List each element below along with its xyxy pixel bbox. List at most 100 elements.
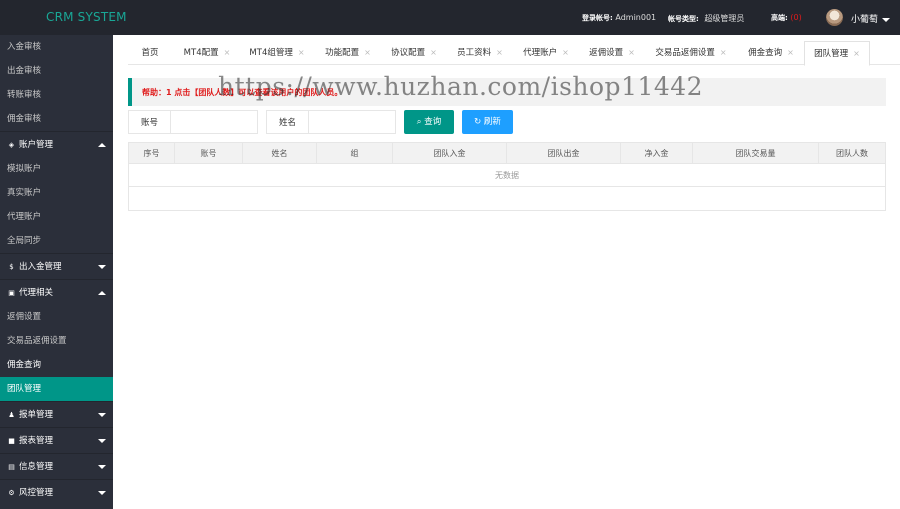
sidebar-group-label: 出入金管理 bbox=[19, 262, 62, 272]
sidebar-item-team-management[interactable]: 团队管理 bbox=[0, 377, 113, 401]
sidebar-item-agent-account[interactable]: 代理账户 bbox=[0, 205, 113, 229]
tab-label: 返佣设置 bbox=[589, 48, 624, 58]
close-icon[interactable]: × bbox=[853, 49, 860, 58]
sidebar-item-label: 转账审核 bbox=[7, 90, 42, 100]
close-icon[interactable]: × bbox=[496, 48, 503, 57]
column-header[interactable]: 团队交易量 bbox=[693, 143, 819, 164]
sidebar-group-risk[interactable]: ⚙ 风控管理 bbox=[0, 479, 113, 505]
username: 小葡萄 bbox=[851, 15, 879, 25]
sidebar-group-reports[interactable]: ■ 报表管理 bbox=[0, 427, 113, 453]
sidebar-item-label: 佣金审核 bbox=[7, 114, 42, 124]
sidebar-group-funds[interactable]: $ 出入金管理 bbox=[0, 253, 113, 279]
tab-label: 协议配置 bbox=[391, 48, 426, 58]
column-header[interactable]: 组 bbox=[317, 143, 393, 164]
close-icon[interactable]: × bbox=[298, 48, 305, 57]
user-menu[interactable]: 小葡萄 bbox=[851, 12, 891, 25]
close-icon[interactable]: × bbox=[720, 48, 727, 57]
sidebar-item-rebate-settings[interactable]: 返佣设置 bbox=[0, 305, 113, 329]
column-header[interactable]: 团队人数 bbox=[819, 143, 885, 164]
sidebar-item-label: 交易品返佣设置 bbox=[7, 336, 67, 346]
column-header[interactable]: 净入金 bbox=[621, 143, 693, 164]
tab-mt4-config[interactable]: MT4配置 × bbox=[174, 41, 240, 65]
tab-agent-account[interactable]: 代理账户 × bbox=[516, 41, 576, 65]
sidebar-group-label: 风控管理 bbox=[19, 488, 54, 498]
chat-icon: ■ bbox=[8, 437, 15, 445]
sidebar-group-orders[interactable]: ♟ 报单管理 bbox=[0, 401, 113, 427]
account-type-label: 帐号类型: bbox=[668, 15, 699, 23]
sidebar-group-info[interactable]: ▤ 信息管理 bbox=[0, 453, 113, 479]
settings-icon: ⚙ bbox=[8, 489, 15, 497]
dollar-icon: $ bbox=[9, 263, 14, 271]
close-icon[interactable]: × bbox=[787, 48, 794, 57]
sidebar-group-account[interactable]: ◈ 账户管理 bbox=[0, 131, 113, 157]
close-icon[interactable]: × bbox=[430, 48, 437, 57]
sidebar-item-withdraw-review[interactable]: 出金审核 bbox=[0, 59, 113, 83]
document-icon: ▤ bbox=[8, 463, 15, 471]
close-icon[interactable]: × bbox=[364, 48, 371, 57]
tab-label: MT4组管理 bbox=[249, 48, 293, 58]
column-header[interactable]: 团队入金 bbox=[393, 143, 507, 164]
sidebar-item-label: 入金审核 bbox=[7, 42, 42, 52]
balance-value: (0) bbox=[790, 13, 802, 22]
close-icon[interactable]: × bbox=[224, 48, 231, 57]
chevron-down-icon bbox=[98, 491, 106, 495]
sidebar-item-label: 真实账户 bbox=[7, 188, 42, 198]
sidebar-item-real-account[interactable]: 真实账户 bbox=[0, 181, 113, 205]
tab-label: 员工资料 bbox=[457, 48, 492, 58]
column-header[interactable]: 团队出金 bbox=[507, 143, 621, 164]
tab-home[interactable]: 首页 bbox=[128, 41, 172, 65]
chevron-down-icon bbox=[98, 265, 106, 269]
users-icon: ♟ bbox=[8, 411, 15, 419]
chevron-up-icon bbox=[98, 143, 106, 147]
tab-label: 佣金查询 bbox=[748, 48, 783, 58]
avatar[interactable] bbox=[826, 9, 843, 26]
sidebar-item-transfer-review[interactable]: 转账审核 bbox=[0, 83, 113, 107]
tab-label: MT4配置 bbox=[183, 48, 219, 58]
name-input[interactable] bbox=[308, 110, 396, 134]
sidebar-group-label: 报单管理 bbox=[19, 410, 54, 420]
sidebar-item-commission-review[interactable]: 佣金审核 bbox=[0, 107, 113, 131]
team-table: 序号 账号 姓名 组 团队入金 团队出金 净入金 团队交易量 团队人数 无数据 bbox=[128, 142, 886, 211]
chevron-down-icon bbox=[98, 439, 106, 443]
column-header[interactable]: 账号 bbox=[175, 143, 243, 164]
sidebar-item-label: 代理账户 bbox=[7, 212, 42, 222]
sidebar-group-label: 信息管理 bbox=[19, 462, 54, 472]
account-input[interactable] bbox=[170, 110, 258, 134]
tab-bar: 首页 MT4配置 × MT4组管理 × 功能配置 × 协议配置 × 员工资料 × 代理账户… bbox=[128, 41, 900, 66]
account-type-value: 超级管理员 bbox=[704, 14, 745, 23]
brand-logo[interactable]: CRM SYSTEM bbox=[46, 10, 127, 24]
sidebar-item-deposit-review[interactable]: 入金审核 bbox=[0, 35, 113, 59]
tab-staff-info[interactable]: 员工资料 × bbox=[450, 41, 510, 65]
balance-label: 高端: bbox=[771, 14, 788, 22]
close-icon[interactable]: × bbox=[562, 48, 569, 57]
column-header[interactable]: 序号 bbox=[129, 143, 175, 164]
tab-protocol-config[interactable]: 协议配置 × bbox=[384, 41, 444, 65]
sidebar: 入金审核 出金审核 转账审核 佣金审核 ◈ 账户管理 模拟账户 真实账户 代理账户… bbox=[0, 35, 113, 509]
sidebar-item-commission-query[interactable]: 佣金查询 bbox=[0, 353, 113, 377]
login-value: Admin001 bbox=[615, 13, 657, 22]
sidebar-item-label: 模拟账户 bbox=[7, 164, 42, 174]
query-button[interactable]: ⌕ 查询 bbox=[404, 110, 454, 134]
tab-label: 团队管理 bbox=[814, 49, 849, 59]
tab-rebate-settings[interactable]: 返佣设置 × bbox=[582, 41, 642, 65]
close-icon[interactable]: × bbox=[628, 48, 635, 57]
tab-product-rebate-settings[interactable]: 交易品返佣设置 × bbox=[648, 41, 734, 65]
sidebar-item-product-rebate-settings[interactable]: 交易品返佣设置 bbox=[0, 329, 113, 353]
top-bar: CRM SYSTEM 登录帐号: Admin001 帐号类型: 超级管理员 高端… bbox=[0, 0, 900, 35]
chevron-down-icon bbox=[882, 17, 891, 22]
refresh-button-label: 刷新 bbox=[483, 117, 501, 127]
tab-feature-config[interactable]: 功能配置 × bbox=[318, 41, 378, 65]
tab-mt4-group[interactable]: MT4组管理 × bbox=[242, 41, 312, 65]
empty-state: 无数据 bbox=[129, 165, 885, 187]
refresh-button[interactable]: ↻ 刷新 bbox=[462, 110, 513, 134]
sidebar-group-agent[interactable]: ▣ 代理相关 bbox=[0, 279, 113, 305]
name-label: 姓名 bbox=[266, 110, 308, 134]
tab-label: 首页 bbox=[141, 48, 159, 58]
column-header[interactable]: 姓名 bbox=[243, 143, 317, 164]
sidebar-item-global-sync[interactable]: 全局同步 bbox=[0, 229, 113, 253]
sidebar-item-demo-account[interactable]: 模拟账户 bbox=[0, 157, 113, 181]
chevron-down-icon bbox=[98, 465, 106, 469]
tab-commission-query[interactable]: 佣金查询 × bbox=[740, 41, 802, 65]
sidebar-item-label: 返佣设置 bbox=[7, 312, 42, 322]
tab-team-management[interactable]: 团队管理 × bbox=[804, 41, 870, 66]
